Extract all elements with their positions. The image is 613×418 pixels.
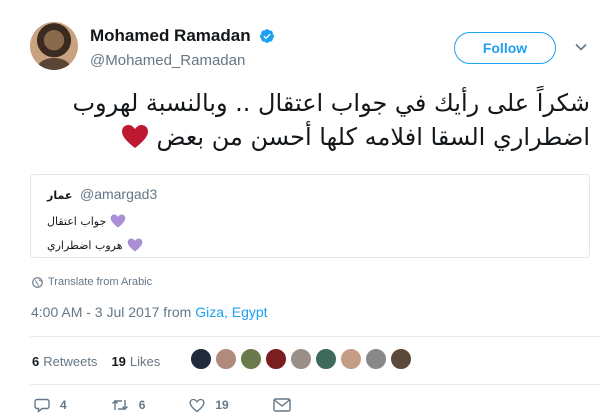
heart-outline-icon — [189, 398, 205, 412]
liker-avatar[interactable] — [265, 348, 287, 370]
verified-badge-icon — [260, 29, 275, 43]
purple-heart-icon — [110, 214, 126, 228]
translate-link[interactable]: Translate from Arabic — [32, 276, 152, 288]
translate-label[interactable]: Translate from Arabic — [48, 276, 152, 288]
retweet-action[interactable]: 6 — [111, 397, 146, 413]
liker-avatar[interactable] — [240, 348, 262, 370]
tweet-location[interactable]: Giza, Egypt — [195, 304, 267, 320]
reply-count: 4 — [60, 398, 67, 412]
quoted-line-text: هروب اضطراري — [47, 238, 123, 252]
reply-icon — [34, 398, 50, 413]
tweet-text-body: شكراً على رأيك في جواب اعتقال .. وبالنسب… — [72, 89, 590, 151]
author-handle[interactable]: @Mohamed_Ramadan — [90, 52, 245, 69]
quoted-line-text: جواب اعتقال — [47, 214, 107, 228]
tweet-meta: 4:00 AM - 3 Jul 2017 from Giza, Egypt — [31, 304, 268, 320]
author-name[interactable]: Mohamed Ramadan — [90, 26, 251, 46]
reply-action[interactable]: 4 — [34, 397, 67, 413]
purple-heart-icon — [127, 238, 142, 252]
globe-icon — [32, 276, 43, 288]
like-action[interactable]: 19 — [189, 398, 229, 413]
divider — [30, 384, 600, 385]
liker-avatar[interactable] — [340, 348, 362, 370]
chevron-down-icon[interactable] — [574, 40, 588, 54]
liker-avatar[interactable] — [215, 348, 237, 370]
quoted-author-handle: @amargad3 — [79, 186, 158, 202]
tweet-header: Mohamed Ramadan @Mohamed_Ramadan Follow — [30, 22, 600, 78]
retweet-icon — [111, 400, 128, 410]
tweet-text: شكراً على رأيك في جواب اعتقال .. وبالنسب… — [30, 86, 590, 154]
red-heart-icon — [121, 125, 148, 148]
liker-avatar[interactable] — [290, 348, 312, 370]
envelope-icon — [273, 398, 291, 412]
likes-label: Likes — [129, 353, 161, 369]
follow-button[interactable]: Follow — [454, 32, 556, 64]
like-count: 19 — [215, 398, 229, 412]
author-name-row[interactable]: Mohamed Ramadan — [90, 26, 275, 46]
quoted-author-name: عمار — [47, 189, 73, 202]
retweets-count: 6 — [32, 353, 40, 369]
tweet-stats: 6 Retweets 19 Likes — [32, 348, 174, 374]
quoted-line: هروب اضطراري — [47, 233, 143, 257]
tweet-actions: 4 6 19 — [34, 397, 345, 413]
quoted-tweet-header: عمار @amargad3 — [47, 186, 157, 202]
likes-count: 19 — [111, 353, 126, 369]
likes-stat[interactable]: 19 Likes — [111, 354, 160, 369]
liker-avatar[interactable] — [190, 348, 212, 370]
author-avatar[interactable] — [30, 22, 78, 70]
divider — [30, 336, 600, 337]
liker-avatar[interactable] — [315, 348, 337, 370]
liker-avatar[interactable] — [365, 348, 387, 370]
direct-message-action[interactable] — [273, 398, 301, 412]
liker-avatar[interactable] — [390, 348, 412, 370]
quoted-tweet[interactable]: عمار @amargad3 جواب اعتقال هروب اضطراري — [30, 174, 590, 258]
quoted-line: جواب اعتقال — [47, 209, 143, 233]
quoted-tweet-text: جواب اعتقال هروب اضطراري — [47, 209, 143, 257]
retweet-count: 6 — [138, 398, 146, 412]
tweet-timestamp[interactable]: 4:00 AM - 3 Jul 2017 from — [31, 304, 195, 320]
retweets-label: Retweets — [43, 353, 98, 369]
retweets-stat[interactable]: 6 Retweets — [32, 354, 97, 369]
likers-avatars — [190, 348, 415, 370]
